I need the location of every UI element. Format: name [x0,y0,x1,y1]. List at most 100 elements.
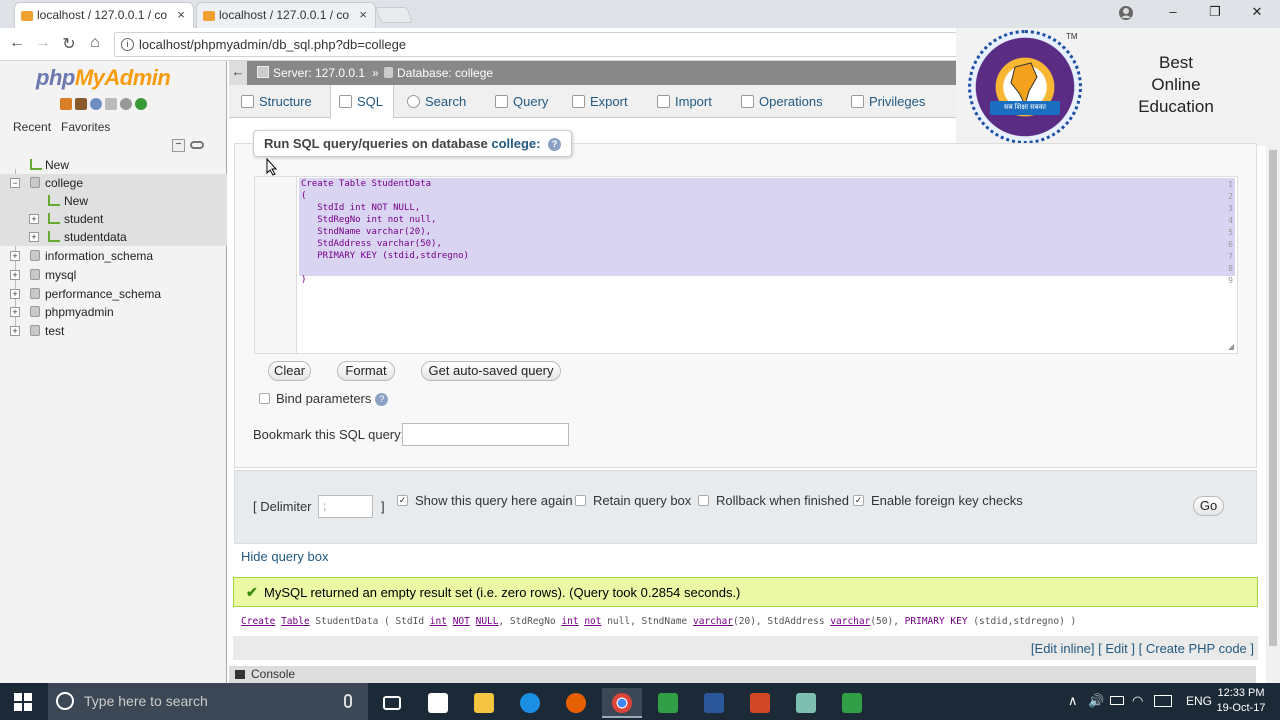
minimize-button[interactable]: – [1158,4,1188,24]
powerpoint-icon[interactable] [740,688,780,718]
new-tab-button[interactable] [375,7,413,23]
edge-icon[interactable] [510,688,550,718]
tree-item-test[interactable]: + test [0,322,227,340]
legend-db-link[interactable]: college: [491,136,540,151]
close-window-button[interactable]: ✕ [1242,4,1272,24]
refresh-icon[interactable] [135,98,147,110]
taskbar-search-box[interactable]: Type here to search [48,683,368,720]
scrollbar-thumb[interactable] [1269,150,1277,646]
word-icon[interactable] [694,688,734,718]
settings-icon[interactable] [120,98,132,110]
language-indicator[interactable]: ENG [1186,694,1212,708]
tree-item-phpmyadmin[interactable]: + phpmyadmin [0,303,227,321]
retain-query-box-checkbox[interactable] [575,495,586,506]
expand-icon[interactable]: + [10,251,20,261]
forward-arrow-icon[interactable]: → [32,34,54,54]
app-icon[interactable] [786,688,826,718]
wifi-icon[interactable]: ◠ [1132,693,1143,709]
expand-icon[interactable]: + [10,289,20,299]
bookmark-input[interactable] [402,423,569,446]
tree-item-information-schema[interactable]: + information_schema [0,247,227,265]
tab-export[interactable]: Export [564,85,638,118]
foreign-key-checks-checkbox[interactable]: ✓ [853,495,864,506]
edit-inline-link[interactable]: [Edit inline] [1031,641,1095,656]
tab-query[interactable]: Query [487,85,558,118]
collapse-all-icon[interactable]: − [172,139,185,152]
camtasia-recorder-icon[interactable] [832,688,872,718]
keyboard-icon[interactable] [1154,695,1172,707]
expand-icon[interactable]: + [29,214,39,224]
expand-icon[interactable]: + [10,326,20,336]
expand-icon[interactable]: + [29,232,39,242]
address-bar[interactable]: i localhost/phpmyadmin/db_sql.php?db=col… [114,32,964,57]
go-button[interactable]: Go [1193,496,1224,516]
close-tab-icon[interactable]: × [177,7,185,22]
database-icon [30,288,40,299]
docs-icon[interactable] [105,98,117,110]
close-tab-icon[interactable]: × [359,7,367,22]
get-auto-saved-query-button[interactable]: Get auto-saved query [421,361,561,381]
tree-item-student[interactable]: + student [0,210,227,228]
battery-icon[interactable] [1110,696,1124,705]
reload-icon[interactable]: ↻ [58,34,80,54]
help-icon[interactable] [90,98,102,110]
help-icon[interactable]: ? [375,393,389,407]
volume-icon[interactable]: 🔊 [1088,693,1104,709]
site-info-icon[interactable]: i [121,38,134,51]
breadcrumb-database[interactable]: Database: college [397,66,493,80]
tab-operations[interactable]: Operations [733,85,833,118]
tab-search[interactable]: Search [399,85,476,118]
tree-item-performance-schema[interactable]: + performance_schema [0,285,227,303]
firefox-icon[interactable] [556,688,596,718]
chrome-icon[interactable] [602,688,642,718]
format-button[interactable]: Format [337,361,395,381]
camtasia-icon[interactable] [648,688,688,718]
tree-item-new-database[interactable]: New [0,156,227,174]
show-hidden-icons[interactable]: ∧ [1068,693,1078,709]
collapse-nav-button[interactable]: ← [229,61,247,85]
home-icon[interactable] [60,98,72,110]
tab-privileges[interactable]: Privileges [843,85,935,118]
breadcrumb-server[interactable]: Server: 127.0.0.1 [273,66,365,80]
tab-import[interactable]: Import [649,85,722,118]
link-with-main-icon[interactable] [190,141,204,149]
recent-tab[interactable]: Recent [13,120,51,134]
tree-item-new-table[interactable]: New [0,192,227,210]
clear-button[interactable]: Clear [268,361,311,381]
file-explorer-icon[interactable] [464,688,504,718]
collapse-icon[interactable]: − [10,178,20,188]
store-icon[interactable] [418,688,458,718]
back-arrow-icon[interactable]: ← [6,34,28,54]
expand-icon[interactable]: + [10,270,20,280]
tree-item-studentdata[interactable]: + studentdata [0,228,227,246]
resize-handle-icon[interactable]: ◢ [1228,342,1234,351]
bind-parameters-checkbox[interactable] [259,393,270,404]
favorites-tab[interactable]: Favorites [61,120,110,134]
delimiter-input[interactable]: ; [318,495,373,518]
console-bar[interactable]: Console [229,666,1256,683]
task-view-icon[interactable] [372,688,412,718]
phpmyadmin-logo[interactable]: phpMyAdmin [36,65,171,91]
sql-editor[interactable]: 1 2 3 4 5 6 7 8 9 Create Table StudentDa… [254,176,1238,354]
microphone-icon[interactable] [344,694,352,708]
create-php-code-link[interactable]: [ Create PHP code ] [1139,641,1254,656]
windows-start-icon[interactable] [14,693,32,711]
logout-icon[interactable] [75,98,87,110]
clock[interactable]: 12:33 PM 19-Oct-17 [1214,686,1268,716]
tree-item-mysql[interactable]: + mysql [0,266,227,284]
browser-tab-1[interactable]: localhost / 127.0.0.1 / co × [14,2,194,28]
show-query-again-checkbox[interactable]: ✓ [397,495,408,506]
help-icon[interactable]: ? [548,138,562,152]
browser-tab-2[interactable]: localhost / 127.0.0.1 / co × [196,2,376,28]
rollback-checkbox[interactable] [698,495,709,506]
tree-item-college[interactable]: − college [0,174,227,192]
tab-sql[interactable]: SQL [330,85,395,118]
profile-icon[interactable] [1118,5,1134,21]
home-icon[interactable]: ⌂ [84,34,106,54]
edit-link[interactable]: [ Edit ] [1098,641,1135,656]
hide-query-box-link[interactable]: Hide query box [241,549,328,564]
maximize-button[interactable]: ❐ [1200,4,1230,24]
tab-structure[interactable]: Structure [233,85,322,118]
vertical-scrollbar[interactable] [1266,146,1280,683]
expand-icon[interactable]: + [10,307,20,317]
